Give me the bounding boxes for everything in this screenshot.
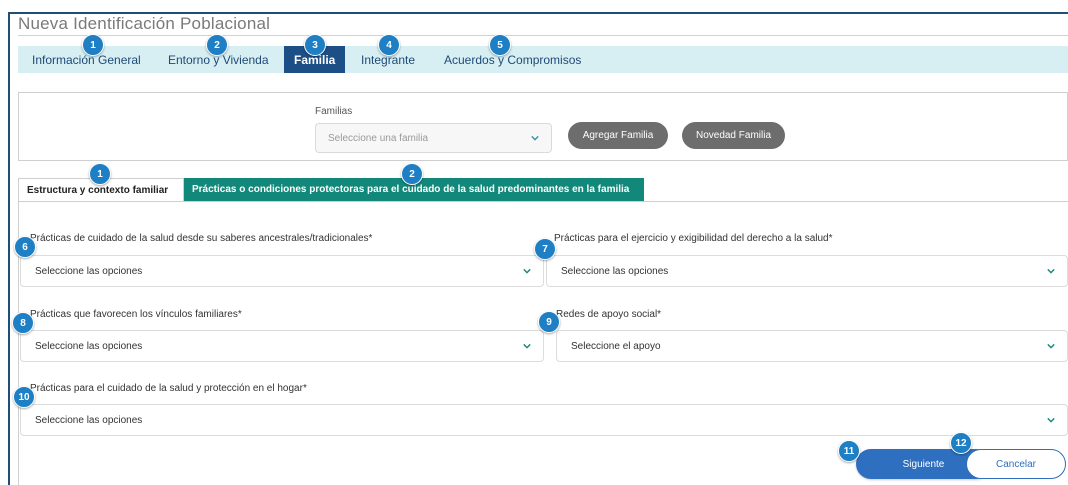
family-select[interactable]: Seleccione una familia [315, 123, 552, 153]
step-badge: 8 [12, 312, 34, 334]
step-badge: 6 [14, 236, 36, 258]
select-placeholder: Seleccione las opciones [35, 265, 143, 277]
step-badge: 1 [89, 163, 111, 185]
step-badge: 2 [206, 34, 228, 56]
select-placeholder: Seleccione las opciones [35, 414, 143, 426]
title-divider [18, 35, 1068, 36]
family-select-placeholder: Seleccione una familia [328, 132, 429, 144]
step-badge: 3 [304, 34, 326, 56]
select-redes-apoyo[interactable]: Seleccione el apoyo [556, 330, 1068, 362]
chevron-down-icon [1047, 343, 1055, 349]
step-badge: 7 [534, 238, 556, 260]
step-badge: 12 [950, 432, 972, 454]
field-label-saberes-ancestrales: Prácticas de cuidado de la salud desde s… [30, 233, 373, 244]
add-family-button[interactable]: Agregar Familia [568, 122, 668, 149]
field-label-vinculos-familiares: Prácticas que favorecen los vínculos fam… [30, 309, 242, 320]
chevron-down-icon [523, 343, 531, 349]
chevron-down-icon [531, 135, 539, 141]
step-badge: 11 [838, 440, 860, 462]
field-label-proteccion-hogar: Prácticas para el cuidado de la salud y … [30, 383, 307, 394]
select-vinculos-familiares[interactable]: Seleccione las opciones [20, 330, 544, 362]
family-news-button[interactable]: Novedad Familia [682, 122, 785, 149]
page-title: Nueva Identificación Poblacional [18, 14, 271, 33]
select-derecho-salud[interactable]: Seleccione las opciones [546, 255, 1068, 287]
sub-tab-bar: Estructura y contexto familiar Prácticas… [18, 178, 1068, 202]
select-proteccion-hogar[interactable]: Seleccione las opciones [20, 404, 1068, 436]
step-badge: 10 [13, 386, 35, 408]
field-label-derecho-salud: Prácticas para el ejercicio y exigibilid… [554, 233, 833, 244]
select-placeholder: Seleccione las opciones [35, 340, 143, 352]
field-label-redes-apoyo: Redes de apoyo social* [556, 309, 662, 320]
select-saberes-ancestrales[interactable]: Seleccione las opciones [20, 255, 544, 287]
tab-acuerdos-compromisos[interactable]: Acuerdos y Compromisos [440, 46, 585, 73]
select-placeholder: Seleccione las opciones [561, 265, 669, 277]
chevron-down-icon [1047, 268, 1055, 274]
step-badge: 9 [538, 311, 560, 333]
window-frame-left [8, 12, 10, 485]
families-label: Familias [315, 106, 353, 117]
step-badge: 5 [489, 34, 511, 56]
main-tab-bar: Información General Entorno y Vivienda F… [18, 46, 1068, 73]
step-badge: 2 [401, 163, 423, 185]
chevron-down-icon [1047, 417, 1055, 423]
select-placeholder: Seleccione el apoyo [571, 340, 661, 352]
cancel-button[interactable]: Cancelar [966, 449, 1066, 479]
step-badge: 4 [378, 34, 400, 56]
chevron-down-icon [523, 268, 531, 274]
step-badge: 1 [82, 34, 104, 56]
family-selection-panel: Familias Seleccione una familia Agregar … [18, 92, 1068, 161]
